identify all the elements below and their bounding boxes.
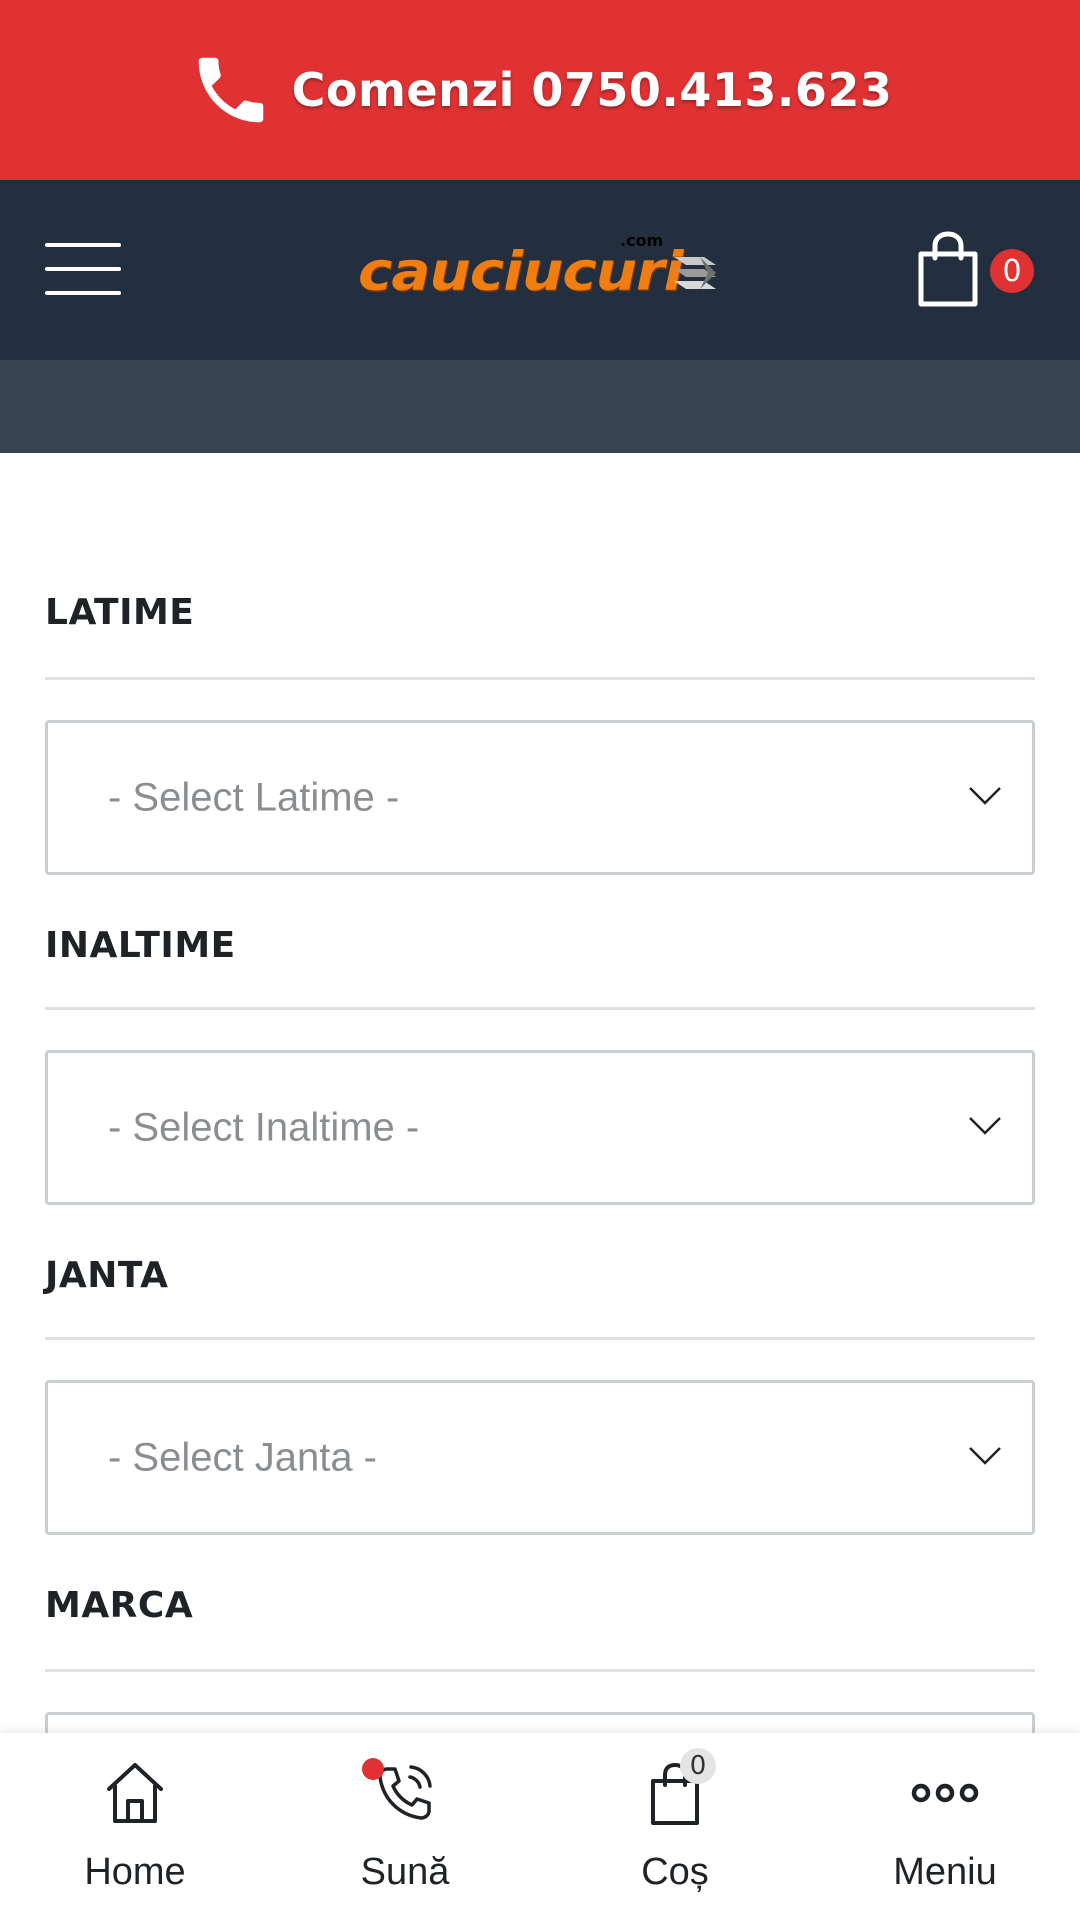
hamburger-menu-icon[interactable] bbox=[45, 243, 121, 297]
divider bbox=[45, 677, 1035, 680]
inaltime-select-value: - Select Inaltime - bbox=[108, 1105, 420, 1149]
janta-label: JANTA bbox=[45, 1255, 169, 1296]
janta-select-value: - Select Janta - bbox=[108, 1435, 378, 1479]
latime-select-value: - Select Latime - bbox=[108, 775, 400, 819]
divider bbox=[45, 1669, 1035, 1672]
logo-arrows-icon bbox=[674, 257, 716, 289]
home-icon bbox=[107, 1763, 163, 1823]
nav-call-label: Sună bbox=[360, 1851, 450, 1893]
header-subbar bbox=[0, 360, 1080, 453]
call-notification-dot bbox=[362, 1758, 384, 1780]
order-phone-bar[interactable]: Comenzi 0750.413.623 bbox=[0, 0, 1080, 180]
inaltime-select[interactable]: - Select Inaltime - bbox=[45, 1050, 1035, 1205]
nav-menu[interactable]: Meniu bbox=[810, 1733, 1080, 1920]
divider bbox=[45, 1337, 1035, 1340]
divider bbox=[45, 1007, 1035, 1010]
nav-cart[interactable]: Coș bbox=[540, 1733, 810, 1920]
site-logo[interactable]: cauciucuri .com bbox=[358, 231, 723, 307]
phone-icon bbox=[198, 57, 263, 123]
nav-cart-label: Coș bbox=[641, 1851, 709, 1893]
bottom-navigation: Home Sună Coș Meniu bbox=[0, 1733, 1080, 1920]
nav-menu-label: Meniu bbox=[893, 1851, 997, 1893]
chevron-down-icon bbox=[969, 786, 1001, 805]
cart-count-badge: 0 bbox=[988, 247, 1036, 295]
nav-call[interactable]: Sună bbox=[270, 1733, 540, 1920]
nav-home[interactable]: Home bbox=[0, 1733, 270, 1920]
site-header: cauciucuri .com 0 bbox=[0, 180, 1080, 360]
logo-suffix: .com bbox=[620, 231, 664, 250]
latime-select[interactable]: - Select Latime - bbox=[45, 720, 1035, 875]
order-phone-label: Comenzi 0750.413.623 bbox=[291, 63, 893, 117]
more-dots-icon bbox=[911, 1783, 979, 1803]
shopping-bag-icon[interactable] bbox=[915, 230, 981, 310]
nav-home-label: Home bbox=[84, 1851, 186, 1893]
inaltime-label: INALTIME bbox=[45, 925, 236, 966]
marca-label: MARCA bbox=[45, 1585, 194, 1626]
janta-select[interactable]: - Select Janta - bbox=[45, 1380, 1035, 1535]
nav-cart-count-badge: 0 bbox=[680, 1748, 716, 1784]
chevron-down-icon bbox=[969, 1446, 1001, 1465]
latime-label: LATIME bbox=[45, 592, 195, 633]
chevron-down-icon bbox=[969, 1116, 1001, 1135]
